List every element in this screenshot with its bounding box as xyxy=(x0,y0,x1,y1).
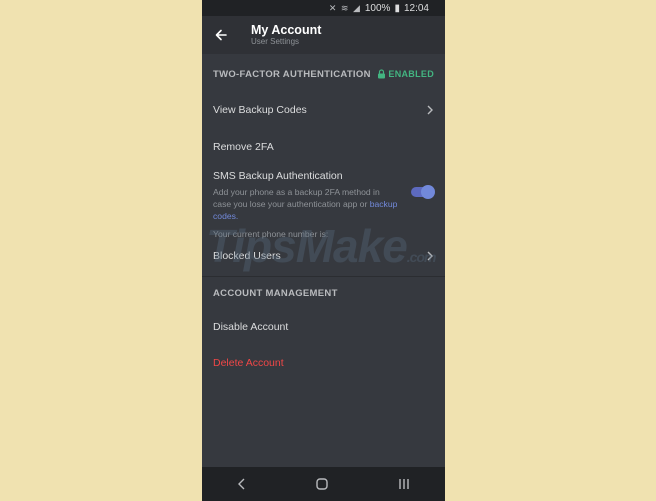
enabled-label: ENABLED xyxy=(388,69,434,79)
nav-back-icon[interactable] xyxy=(237,478,247,490)
sms-backup-description: Add your phone as a backup 2FA method in… xyxy=(213,187,398,221)
chevron-right-icon xyxy=(427,105,433,115)
app-bar: My Account User Settings xyxy=(202,16,445,54)
lock-icon xyxy=(378,69,386,79)
section-title-account: ACCOUNT MANAGEMENT xyxy=(213,287,338,299)
status-bar: ✕ ≋ ◢ 100% ▮ 12:04 xyxy=(202,0,445,16)
two-factor-header: TWO-FACTOR AUTHENTICATION ENABLED xyxy=(202,62,445,86)
battery-level: 100% xyxy=(364,2,391,14)
account-management-header: ACCOUNT MANAGEMENT xyxy=(202,277,445,309)
disable-account-label: Disable Account xyxy=(213,321,289,333)
sms-backup-title: SMS Backup Authentication xyxy=(213,170,343,182)
sms-backup-toggle[interactable] xyxy=(411,185,435,199)
delete-account-row[interactable]: Delete Account xyxy=(202,345,445,381)
nav-recents-icon[interactable] xyxy=(398,478,410,490)
section-title-2fa: TWO-FACTOR AUTHENTICATION xyxy=(213,68,371,80)
enabled-badge: ENABLED xyxy=(377,69,434,79)
battery-icon: ▮ xyxy=(394,2,400,14)
view-backup-codes-label: View Backup Codes xyxy=(213,104,307,116)
page-title: My Account xyxy=(251,23,322,37)
view-backup-codes-row[interactable]: View Backup Codes xyxy=(202,92,445,128)
nav-home-icon[interactable] xyxy=(316,478,329,490)
page-subtitle: User Settings xyxy=(251,37,300,46)
system-nav-bar xyxy=(202,467,445,501)
status-icons: ✕ ≋ ◢ xyxy=(328,2,361,13)
toggle-knob xyxy=(421,185,435,199)
watermark-logo: TipsMake.com xyxy=(206,220,436,272)
back-arrow-icon[interactable] xyxy=(215,28,229,42)
sms-backup-row[interactable]: SMS Backup Authentication Add your phone… xyxy=(202,166,445,226)
delete-account-label: Delete Account xyxy=(213,357,284,369)
remove-2fa-label: Remove 2FA xyxy=(213,141,274,153)
disable-account-row[interactable]: Disable Account xyxy=(202,309,445,345)
remove-2fa-row[interactable]: Remove 2FA xyxy=(202,128,445,166)
clock: 12:04 xyxy=(403,2,429,14)
